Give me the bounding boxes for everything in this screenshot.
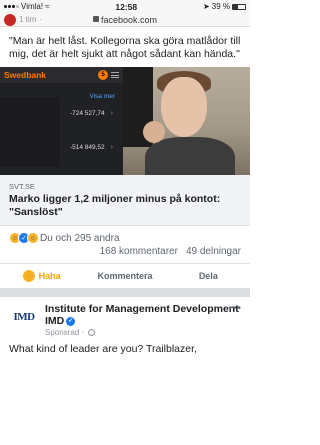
bank-app-screenshot: Swedbank 5 Visa mer -724 527,74 › -514 8… — [0, 67, 123, 175]
sponsored-label: Sponsrad — [45, 328, 80, 337]
wow-reaction-icon: ☺ — [27, 232, 39, 244]
sponsored-page-name[interactable]: Institute for Management Development IMD… — [45, 303, 241, 327]
wifi-icon: ≈ — [45, 2, 50, 11]
person-shirt — [145, 137, 235, 175]
globe-icon — [88, 329, 96, 337]
comment-label: Kommentera — [97, 271, 153, 281]
chevron-right-icon: › — [110, 144, 113, 151]
post-image[interactable]: Swedbank 5 Visa mer -724 527,74 › -514 8… — [0, 67, 250, 175]
battery-percent: 39 % — [211, 2, 230, 11]
share-label: Dela — [198, 271, 218, 281]
feed-separator — [0, 289, 250, 297]
link-title[interactable]: Marko ligger 1,2 miljoner minus på konto… — [9, 193, 241, 219]
bank-header-icons: 5 — [98, 70, 119, 80]
link-preview[interactable]: SVT.SE Marko ligger 1,2 miljoner minus p… — [0, 175, 250, 226]
url-text[interactable]: facebook.com — [0, 15, 250, 25]
status-time: 12:58 — [115, 1, 138, 12]
sponsored-post-header: IMD Institute for Management Development… — [0, 297, 250, 337]
balance-amount-1: -724 527,74 — [69, 110, 105, 117]
haha-icon: ☺ — [22, 270, 35, 282]
sponsored-meta: Sponsrad · — [45, 328, 241, 337]
more-options-icon[interactable]: ••• — [228, 303, 242, 314]
sponsored-text: What kind of leader are you? Trailblazer… — [9, 343, 197, 355]
account-list-block — [0, 97, 60, 167]
status-left: Vimla! ≈ — [4, 2, 49, 11]
post-actions: ☺ Haha Kommentera Dela — [0, 263, 250, 289]
location-icon: ➤ — [203, 2, 210, 11]
signal-icon — [4, 5, 19, 8]
engagement-counts: 168 kommentarer 49 delningar — [0, 244, 250, 257]
person-face — [161, 77, 207, 137]
carrier-name: Vimla! — [21, 2, 44, 11]
comments-count[interactable]: 168 kommentarer — [100, 246, 178, 257]
chevron-right-icon: › — [110, 110, 113, 117]
notification-badge: 5 — [98, 70, 108, 80]
status-right: ➤ 39 % — [203, 2, 246, 11]
battery-icon — [231, 3, 246, 10]
browser-url-bar[interactable]: 1 tim · facebook.com — [0, 13, 250, 27]
reactions-summary[interactable]: ☺ ✓ ☺ Du och 295 andra — [0, 226, 250, 244]
reaction-icons: ☺ ✓ ☺ — [9, 232, 39, 244]
post-text: "Man är helt låst. Kollegorna ska göra m… — [9, 35, 241, 60]
person-hand — [143, 121, 165, 143]
battery-level — [232, 4, 238, 9]
menu-icon — [111, 72, 119, 78]
balance-amount-2: -514 849,52 — [69, 144, 105, 151]
person-photo — [123, 67, 250, 175]
bank-header: Swedbank 5 — [0, 67, 123, 83]
verified-badge-icon: ✓ — [66, 316, 76, 326]
link-domain: SVT.SE — [9, 182, 35, 191]
haha-button[interactable]: ☺ Haha — [0, 264, 83, 288]
reactions-text: Du och 295 andra — [40, 232, 120, 244]
sponsored-info: Institute for Management Development IMD… — [45, 303, 241, 337]
lock-icon — [92, 16, 99, 23]
shares-count[interactable]: 49 delningar — [186, 246, 241, 257]
url-label: facebook.com — [100, 14, 158, 25]
haha-label: Haha — [38, 271, 61, 281]
status-bar: Vimla! ≈ 12:58 ➤ 39 % — [0, 0, 250, 13]
bank-name: Swedbank — [4, 70, 47, 80]
comment-button[interactable]: Kommentera — [83, 264, 166, 288]
imd-logo[interactable]: IMD — [9, 303, 39, 331]
share-button[interactable]: Dela — [167, 264, 250, 288]
